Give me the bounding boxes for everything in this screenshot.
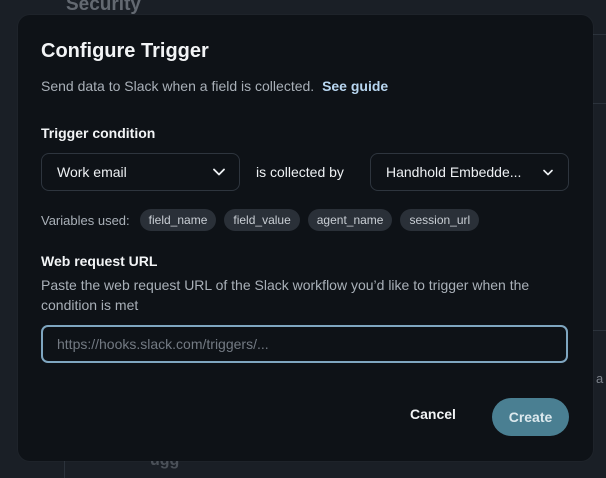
- variable-chip: agent_name: [307, 209, 393, 231]
- cancel-button[interactable]: Cancel: [410, 406, 456, 422]
- chevron-down-icon: [542, 166, 554, 178]
- variable-chip: session_url: [400, 209, 480, 231]
- background-divider: [593, 34, 606, 35]
- field-select[interactable]: Work email: [41, 153, 240, 191]
- background-divider: [64, 460, 65, 478]
- background-heading: Security: [66, 0, 141, 15]
- variables-row: Variables used: field_name field_value a…: [41, 209, 487, 231]
- field-select-value: Work email: [57, 164, 127, 180]
- background-divider: [593, 330, 606, 331]
- trigger-condition-label: Trigger condition: [41, 125, 156, 141]
- see-guide-link[interactable]: See guide: [322, 78, 388, 94]
- configure-trigger-modal: Configure Trigger Send data to Slack whe…: [18, 15, 593, 461]
- web-request-url-label: Web request URL: [41, 253, 158, 269]
- connector-text: is collected by: [256, 164, 344, 180]
- chevron-down-icon: [213, 166, 225, 178]
- agent-select[interactable]: Handhold Embedde...: [370, 153, 569, 191]
- web-request-url-help: Paste the web request URL of the Slack w…: [41, 277, 530, 313]
- background-edge-text: a: [596, 371, 604, 386]
- variable-chip: field_name: [139, 209, 217, 231]
- variables-label: Variables used:: [41, 212, 130, 228]
- modal-subtitle: Send data to Slack when a field is colle…: [41, 78, 388, 94]
- modal-title: Configure Trigger: [41, 40, 209, 62]
- create-button[interactable]: Create: [492, 398, 569, 436]
- web-request-url-input[interactable]: [41, 325, 568, 363]
- subtitle-text: Send data to Slack when a field is colle…: [41, 78, 315, 94]
- agent-select-value: Handhold Embedde...: [386, 164, 522, 180]
- background-divider: [593, 103, 606, 104]
- variable-chip: field_value: [224, 209, 300, 231]
